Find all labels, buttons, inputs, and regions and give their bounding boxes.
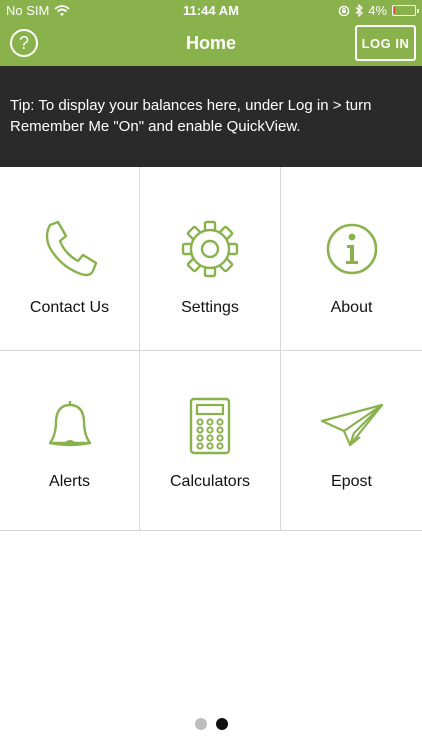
menu-item-contact-us[interactable]: Contact Us — [0, 167, 140, 351]
paper-plane-icon — [320, 403, 383, 447]
menu-item-label: Contact Us — [29, 299, 110, 316]
navigation-bar: ? Home LOG IN — [0, 22, 422, 66]
menu-item-epost[interactable]: Epost — [281, 351, 422, 531]
status-bar: No SIM 11:44 AM 4% — [0, 0, 422, 22]
page-dot[interactable] — [215, 718, 228, 730]
bell-icon — [48, 401, 91, 447]
phone-icon — [45, 220, 97, 277]
menu-grid: Contact Us Settings About Alerts Calcula… — [0, 167, 422, 531]
calculator-icon — [189, 397, 231, 455]
tip-banner: Tip: To display your balances here, unde… — [0, 66, 422, 167]
gear-icon — [181, 220, 239, 278]
menu-item-settings[interactable]: Settings — [140, 167, 281, 351]
info-icon — [326, 223, 377, 275]
menu-item-label: About — [330, 299, 373, 316]
menu-item-label: Settings — [181, 299, 239, 316]
menu-item-label: Calculators — [169, 473, 251, 490]
orientation-lock-icon — [338, 5, 350, 16]
battery-icon — [392, 5, 419, 16]
menu-item-about[interactable]: About — [281, 167, 422, 351]
page-dot[interactable] — [194, 718, 207, 730]
menu-item-alerts[interactable]: Alerts — [0, 351, 140, 531]
login-button[interactable]: LOG IN — [355, 25, 416, 61]
battery-percent: 4% — [368, 3, 387, 18]
menu-item-label: Alerts — [49, 473, 90, 490]
bluetooth-icon — [355, 4, 364, 17]
status-right-group: 4% — [338, 3, 419, 18]
menu-item-calculators[interactable]: Calculators — [140, 351, 281, 531]
menu-item-label: Epost — [331, 473, 372, 490]
page-indicator[interactable] — [0, 718, 422, 730]
battery-level-fill — [394, 7, 395, 13]
tip-text: Tip: To display your balances here, unde… — [10, 97, 372, 135]
